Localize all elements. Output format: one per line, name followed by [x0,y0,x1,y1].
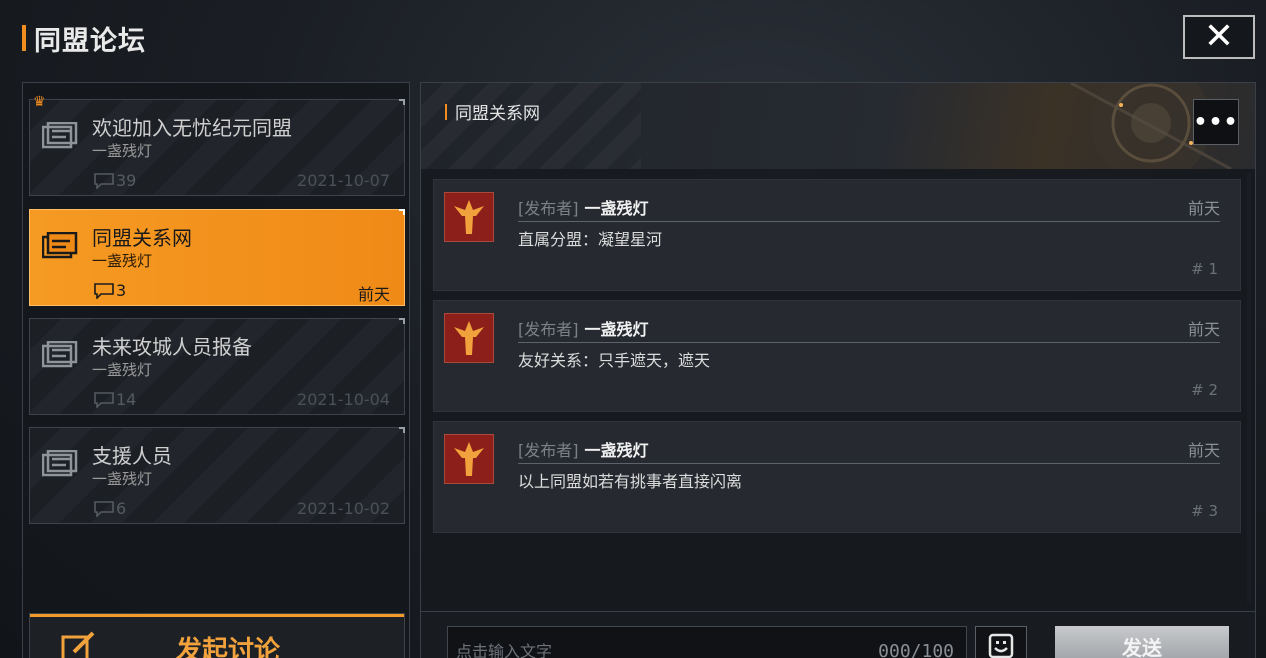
topic-author: 一盏残灯 [92,470,153,488]
page-title: 同盟论坛 [22,18,146,58]
avatar[interactable] [444,313,494,363]
topic-date: 前天 [357,285,390,304]
avatar[interactable] [444,192,494,242]
post-author: 一盏残灯 [584,319,649,339]
alliance-emblem-icon [454,442,484,476]
topic-author: 一盏残灯 [92,142,153,160]
post-meta: [发布者] 一盏残灯 前天 [518,192,1220,222]
post-time: 前天 [1187,319,1220,339]
post-role: [发布者] [518,198,579,218]
topic-list-panel: ♛ 欢迎加入无忧纪元同盟 一盏残灯 39 2021-10-07 同盟关系网 一盏… [22,82,410,658]
topic-date: 2021-10-04 [297,390,390,409]
topic-title: 未来攻城人员报备 [92,335,252,359]
post-time: 前天 [1187,440,1220,460]
message-input[interactable] [448,627,868,658]
topic-chat-icon [42,341,78,368]
post-content: 以上同盟如若有挑事者直接闪离 [518,472,743,491]
topic-title: 同盟关系网 [92,226,192,250]
more-icon: ••• [1193,109,1239,135]
comment-icon [94,391,114,408]
topic-chat-icon [42,232,78,259]
post-time: 前天 [1187,198,1220,218]
send-label: 发送 [1122,635,1162,658]
thread-panel: 同盟关系网 ••• [发布者] 一盏残灯 前天 直属分盟：凝望星河 # 1 [发… [420,82,1256,658]
start-discussion-button[interactable]: 发起讨论 [29,613,405,658]
send-button[interactable]: 发送 [1055,626,1229,658]
close-icon: ✕ [1203,16,1235,57]
topic-comment-count: 6 [94,499,126,518]
post-content: 直属分盟：凝望星河 [518,230,663,249]
start-discussion-label: 发起讨论 [176,635,281,658]
thread-title-text: 同盟关系网 [455,104,540,124]
topic-date: 2021-10-07 [297,171,390,190]
header-decoration [421,83,641,169]
emoji-button[interactable] [975,626,1027,658]
thread-header: 同盟关系网 ••• [421,83,1255,169]
post-item: [发布者] 一盏残灯 前天 以上同盟如若有挑事者直接闪离 # 3 [433,421,1241,533]
post-floor-number: # 2 [1191,381,1218,399]
emoji-icon [988,633,1014,658]
comment-count-value: 39 [116,171,137,190]
topic-chat-icon [42,450,78,477]
post-author: 一盏残灯 [584,440,649,460]
topic-chat-icon [42,122,78,149]
post-meta: [发布者] 一盏残灯 前天 [518,313,1220,343]
topic-comment-count: 39 [94,171,136,190]
post-item: [发布者] 一盏残灯 前天 友好关系：只手遮天，遮天 # 2 [433,300,1241,412]
topic-item-welcome[interactable]: ♛ 欢迎加入无忧纪元同盟 一盏残灯 39 2021-10-07 [29,94,405,196]
post-floor-number: # 3 [1191,502,1218,520]
topic-author: 一盏残灯 [92,252,153,270]
post-floor-number: # 1 [1191,260,1218,278]
alliance-emblem-icon [454,321,484,355]
comment-count-value: 14 [116,390,137,409]
corner-mark [399,427,405,433]
page-title-text: 同盟论坛 [34,25,146,57]
post-role: [发布者] [518,319,579,339]
topic-comment-count: 14 [94,390,136,409]
corner-mark [399,99,405,105]
comment-icon [94,172,114,189]
topic-title: 支援人员 [92,444,172,468]
crown-icon: ♛ [33,94,46,110]
comment-count-value: 6 [116,499,127,518]
topic-comment-count: 3 [94,281,126,300]
more-options-button[interactable]: ••• [1193,99,1239,145]
post-author: 一盏残灯 [584,198,649,218]
thread-title: 同盟关系网 [445,99,540,124]
topic-title: 欢迎加入无忧纪元同盟 [92,116,292,140]
pen-icon [61,631,95,658]
thread-title-accent [445,103,447,120]
post-role: [发布者] [518,440,579,460]
topic-author: 一盏残灯 [92,361,153,379]
alliance-emblem-icon [454,200,484,234]
corner-mark [399,209,405,215]
post-meta: [发布者] 一盏残灯 前天 [518,434,1220,464]
message-composer: 000/100 发送 [421,611,1255,658]
avatar[interactable] [444,434,494,484]
corner-mark [399,318,405,324]
comment-icon [94,500,114,517]
close-button[interactable]: ✕ [1183,15,1255,59]
character-counter: 000/100 [878,641,954,658]
message-input-box: 000/100 [447,626,967,658]
comment-icon [94,282,114,299]
post-item: [发布者] 一盏残灯 前天 直属分盟：凝望星河 # 1 [433,179,1241,291]
topic-item-siege[interactable]: 未来攻城人员报备 一盏残灯 14 2021-10-04 [29,318,405,415]
comment-count-value: 3 [116,281,127,300]
topic-item-support[interactable]: 支援人员 一盏残灯 6 2021-10-02 [29,427,405,524]
title-accent-bar [22,25,26,51]
post-content: 友好关系：只手遮天，遮天 [518,351,711,370]
scrollbar[interactable] [1247,173,1251,603]
topic-date: 2021-10-02 [297,499,390,518]
topic-item-relations[interactable]: 同盟关系网 一盏残灯 3 前天 [29,209,405,306]
